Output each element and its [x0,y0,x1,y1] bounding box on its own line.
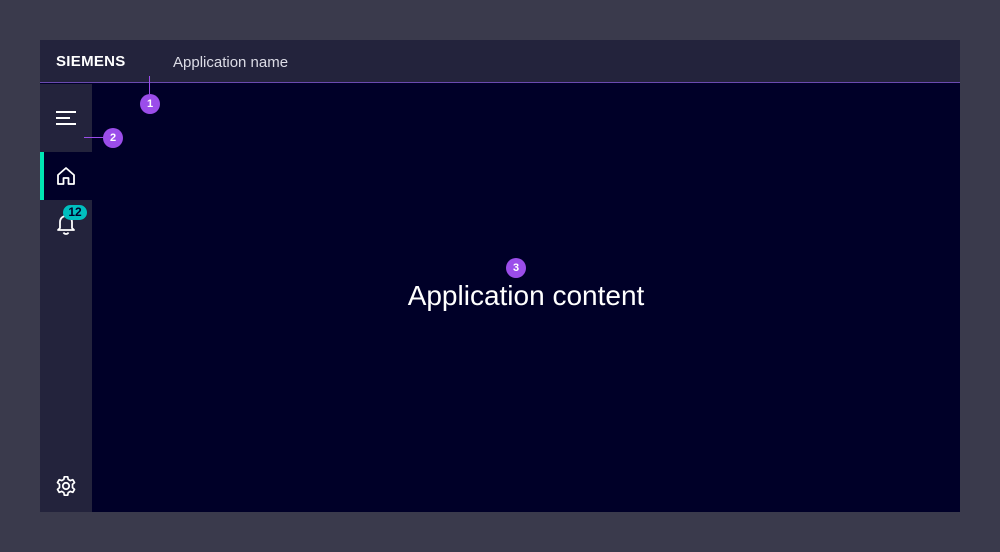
gear-icon [56,475,76,497]
app-frame: SIEMENS Application name 12 Application … [40,40,960,512]
notification-badge: 12 [63,205,87,220]
home-icon [57,167,75,185]
annotation-marker-2: 2 [103,128,123,148]
hamburger-menu-icon [56,111,76,125]
annotation-marker-3: 3 [506,258,526,278]
sidebar-item-notifications[interactable]: 12 [40,200,92,248]
annotation-connector-1 [149,76,150,94]
brand-logo: SIEMENS [56,53,126,70]
annotation-marker-1: 1 [140,94,160,114]
sidebar-item-info[interactable] [40,502,92,512]
app-name: Application name [173,54,289,71]
sidebar-item-settings[interactable] [40,466,92,506]
annotation-connector-2 [84,137,104,138]
sidebar: 12 [40,84,92,512]
sidebar-item-home[interactable] [40,152,92,200]
info-icon [55,511,77,512]
menu-toggle-button[interactable] [40,84,92,152]
application-content-label: Application content [407,280,645,311]
app-header: SIEMENS Application name [40,40,960,83]
